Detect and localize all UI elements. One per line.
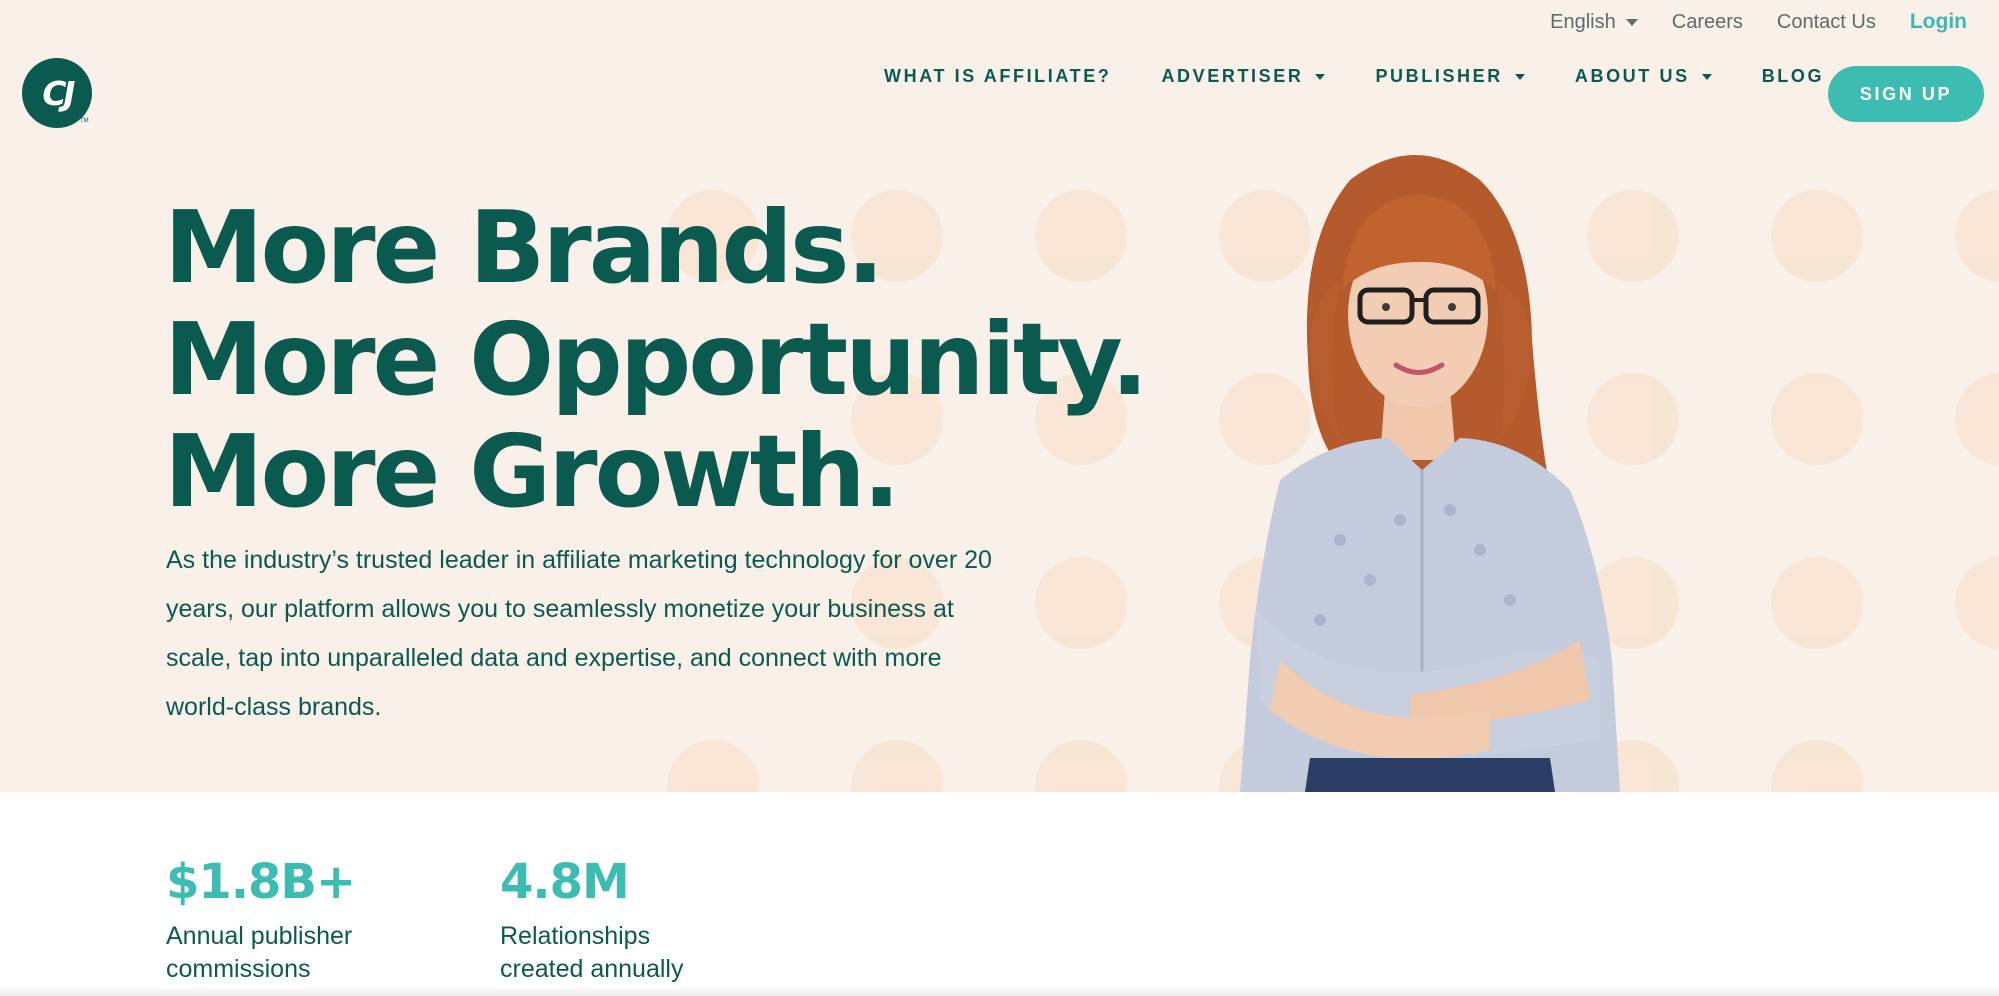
main-nav: WHAT IS AFFILIATE? ADVERTISER PUBLISHER … xyxy=(884,66,1874,87)
chevron-down-icon xyxy=(1315,73,1326,80)
contact-us-link[interactable]: Contact Us xyxy=(1777,11,1876,34)
stat-item: 4.8M Relationships created annually xyxy=(500,852,834,986)
stat-item: $1.8B+ Annual publisher commissions xyxy=(166,852,500,986)
language-label: English xyxy=(1550,10,1616,33)
stats-section: $1.8B+ Annual publisher commissions 4.8M… xyxy=(166,852,834,986)
headline-line: More Growth. xyxy=(164,413,901,530)
stat-label: Relationships created annually xyxy=(500,922,684,983)
chevron-down-icon xyxy=(1625,18,1638,26)
stat-value: 4.8M xyxy=(500,854,630,910)
language-selector[interactable]: English xyxy=(1550,11,1638,34)
hero-section: English Careers Contact Us Login CJ TM W… xyxy=(0,0,1999,792)
hero-intro-text: As the industry’s trusted leader in affi… xyxy=(166,546,992,721)
bottom-shadow xyxy=(0,986,1999,996)
logo-trademark: TM xyxy=(80,118,89,124)
nav-label: PUBLISHER xyxy=(1375,66,1503,86)
nav-label: ABOUT US xyxy=(1574,66,1690,86)
chevron-down-icon xyxy=(1701,73,1712,80)
nav-label: ADVERTISER xyxy=(1161,66,1304,86)
nav-what-is-affiliate[interactable]: WHAT IS AFFILIATE? xyxy=(884,66,1111,87)
nav-label: WHAT IS AFFILIATE? xyxy=(884,66,1112,86)
headline-line: More Brands. xyxy=(164,189,884,306)
login-link[interactable]: Login xyxy=(1910,10,1967,34)
nav-blog[interactable]: BLOG xyxy=(1762,66,1824,87)
sign-up-button[interactable]: SIGN UP xyxy=(1828,66,1984,122)
careers-link[interactable]: Careers xyxy=(1672,11,1743,34)
hero-headline: More Brands. More Opportunity. More Grow… xyxy=(164,189,1149,530)
nav-advertiser[interactable]: ADVERTISER xyxy=(1161,66,1326,87)
logo-mark: CJ xyxy=(38,73,76,113)
nav-label: BLOG xyxy=(1761,66,1825,86)
woman-portrait-image xyxy=(1240,155,1620,792)
nav-publisher[interactable]: PUBLISHER xyxy=(1375,66,1525,87)
stat-label: Annual publisher commissions xyxy=(166,922,353,983)
headline-line: More Opportunity. xyxy=(164,301,1149,418)
utility-nav: English Careers Contact Us Login xyxy=(1550,10,1967,34)
stat-value: $1.8B+ xyxy=(166,854,356,910)
nav-about-us[interactable]: ABOUT US xyxy=(1575,66,1712,87)
chevron-down-icon xyxy=(1514,73,1525,80)
